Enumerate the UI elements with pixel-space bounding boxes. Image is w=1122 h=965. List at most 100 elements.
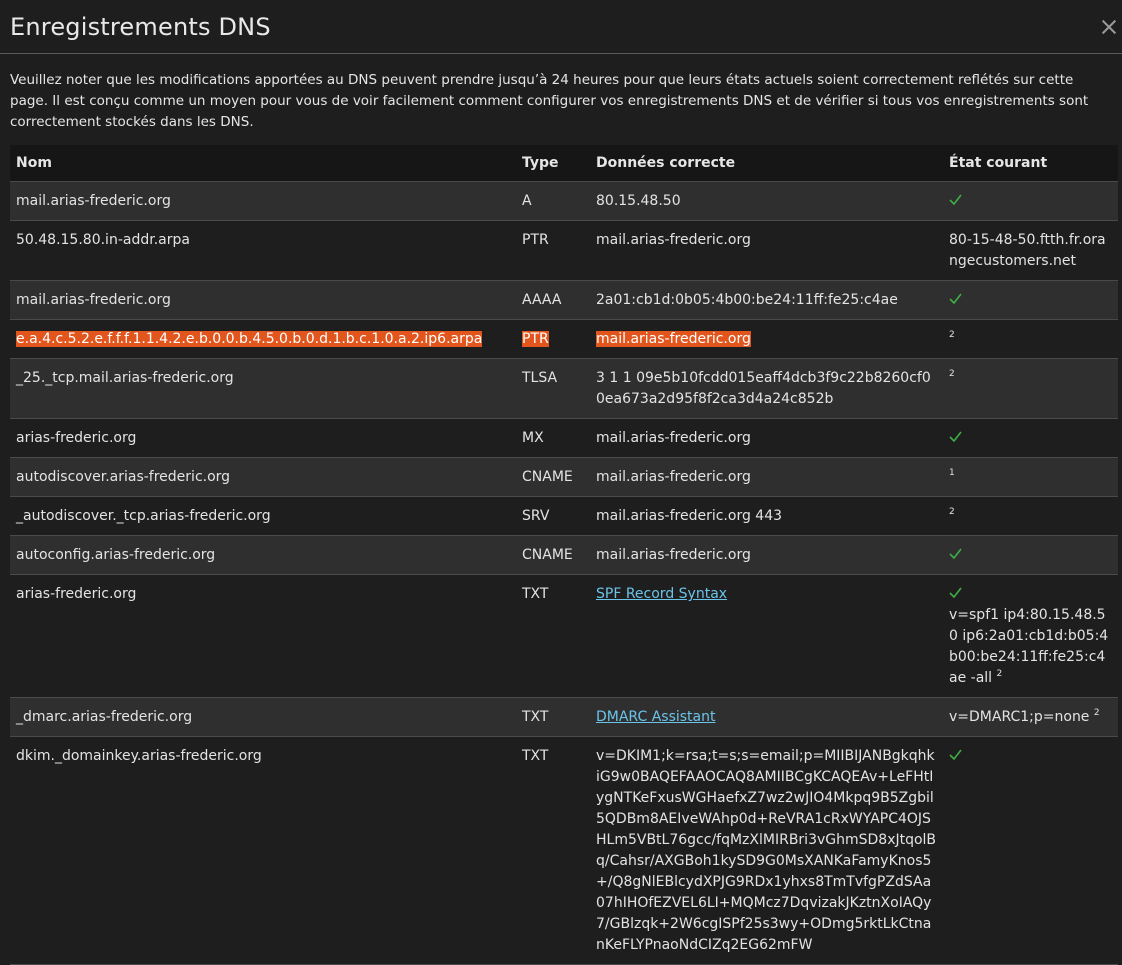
cell-name: _25._tcp.mail.arias-frederic.org xyxy=(10,358,516,419)
check-icon xyxy=(949,749,962,762)
check-icon xyxy=(949,548,962,561)
cell-name: _dmarc.arias-frederic.org xyxy=(10,697,516,737)
record-name: _dmarc.arias-frederic.org xyxy=(16,709,193,725)
record-type: A xyxy=(522,193,532,209)
record-type: PTR xyxy=(522,232,549,248)
cell-data: mail.arias-frederic.org 443 xyxy=(590,496,943,536)
cell-type: TXT xyxy=(516,736,590,965)
cell-data: 80.15.48.50 xyxy=(590,181,943,221)
record-type: TXT xyxy=(522,748,549,764)
record-type: TXT xyxy=(522,586,549,602)
cell-status xyxy=(943,736,1118,965)
cell-data: DMARC Assistant xyxy=(590,697,943,737)
cell-status: 2 xyxy=(943,496,1118,536)
record-help-link[interactable]: SPF Record Syntax xyxy=(596,586,727,602)
status-text: v=spf1 ip4:80.15.48.50 ip6:2a01:cb1d:b05… xyxy=(949,607,1109,686)
record-type: CNAME xyxy=(522,469,573,485)
close-icon[interactable] xyxy=(1098,16,1120,38)
column-header-type: Type xyxy=(516,145,590,182)
record-name: arias-frederic.org xyxy=(16,430,137,446)
check-icon xyxy=(949,431,962,444)
cell-status: 2 xyxy=(943,358,1118,419)
record-data: 80.15.48.50 xyxy=(596,193,681,209)
cell-name: autoconfig.arias-frederic.org xyxy=(10,535,516,575)
status-footnote: 2 xyxy=(949,507,955,517)
record-name: _25._tcp.mail.arias-frederic.org xyxy=(16,370,234,386)
cell-name: arias-frederic.org xyxy=(10,574,516,698)
cell-status: 1 xyxy=(943,457,1118,497)
modal-header: Enregistrements DNS xyxy=(0,0,1122,54)
cell-type: CNAME xyxy=(516,535,590,575)
record-name: arias-frederic.org xyxy=(16,586,137,602)
cell-type: TLSA xyxy=(516,358,590,419)
record-name: mail.arias-frederic.org xyxy=(16,193,171,209)
table-row: dkim._domainkey.arias-frederic.org TXT v=D… xyxy=(10,736,1118,965)
status-footnote: 2 xyxy=(949,330,955,340)
status-footnote: 2 xyxy=(949,369,955,379)
cell-status xyxy=(943,181,1118,221)
status-footnote: 2 xyxy=(1093,708,1100,718)
record-type: TLSA xyxy=(522,370,558,386)
cell-type: PTR xyxy=(516,220,590,281)
record-data: mail.arias-frederic.org xyxy=(596,469,751,485)
table-header-row: Nom Type Données correcte État courant xyxy=(10,145,1118,182)
column-header-data: Données correcte xyxy=(590,145,943,182)
record-name: mail.arias-frederic.org xyxy=(16,292,171,308)
cell-name: arias-frederic.org xyxy=(10,418,516,458)
cell-data: 2a01:cb1d:0b05:4b00:be24:11ff:fe25:c4ae xyxy=(590,280,943,320)
cell-name: e.a.4.c.5.2.e.f.f.f.1.1.4.2.e.b.0.0.b.4.… xyxy=(10,319,516,359)
record-data: mail.arias-frederic.org xyxy=(596,430,751,446)
cell-status xyxy=(943,535,1118,575)
record-type: SRV xyxy=(522,508,550,524)
record-data: 3 1 1 09e5b10fcdd015eaff4dcb3f9c22b8260c… xyxy=(596,370,931,407)
cell-name: 50.48.15.80.in-addr.arpa xyxy=(10,220,516,281)
cell-name: mail.arias-frederic.org xyxy=(10,280,516,320)
record-type: PTR xyxy=(522,331,549,347)
cell-type: A xyxy=(516,181,590,221)
column-header-status: État courant xyxy=(943,145,1118,182)
record-help-link[interactable]: DMARC Assistant xyxy=(596,709,715,725)
cell-data: mail.arias-frederic.org xyxy=(590,220,943,281)
cell-type: CNAME xyxy=(516,457,590,497)
cell-type: TXT xyxy=(516,697,590,737)
modal-title: Enregistrements DNS xyxy=(10,12,271,41)
cell-status xyxy=(943,280,1118,320)
cell-name: autodiscover.arias-frederic.org xyxy=(10,457,516,497)
record-name: dkim._domainkey.arias-frederic.org xyxy=(16,748,262,764)
cell-name: _autodiscover._tcp.arias-frederic.org xyxy=(10,496,516,536)
record-name: _autodiscover._tcp.arias-frederic.org xyxy=(16,508,271,524)
cell-type: AAAA xyxy=(516,280,590,320)
record-data: mail.arias-frederic.org xyxy=(596,331,751,347)
table-row: _dmarc.arias-frederic.org TXT DMARC Assist… xyxy=(10,697,1118,737)
table-row: _25._tcp.mail.arias-frederic.org TLSA 3 1 … xyxy=(10,358,1118,419)
cell-name: mail.arias-frederic.org xyxy=(10,181,516,221)
check-icon xyxy=(949,587,962,600)
cell-name: dkim._domainkey.arias-frederic.org xyxy=(10,736,516,965)
record-name: autodiscover.arias-frederic.org xyxy=(16,469,231,485)
cell-data: SPF Record Syntax xyxy=(590,574,943,698)
record-data: 2a01:cb1d:0b05:4b00:be24:11ff:fe25:c4ae xyxy=(596,292,898,308)
table-row: arias-frederic.org MX mail.arias-frederic.… xyxy=(10,418,1118,458)
check-icon xyxy=(949,194,962,207)
dns-records-table: Nom Type Données correcte État courant m… xyxy=(10,145,1118,965)
cell-status: v=DMARC1;p=none 2 xyxy=(943,697,1118,737)
status-text: v=DMARC1;p=none xyxy=(949,709,1090,725)
cell-status: 2 xyxy=(943,319,1118,359)
record-name: e.a.4.c.5.2.e.f.f.f.1.1.4.2.e.b.0.0.b.4.… xyxy=(16,331,483,347)
cell-data: mail.arias-frederic.org xyxy=(590,457,943,497)
table-row: mail.arias-frederic.org A 80.15.48.50 xyxy=(10,181,1118,221)
cell-type: TXT xyxy=(516,574,590,698)
cell-data: mail.arias-frederic.org xyxy=(590,535,943,575)
cell-data: v=DKIM1;k=rsa;t=s;s=email;p=MIIBIJANBgkq… xyxy=(590,736,943,965)
record-data: mail.arias-frederic.org xyxy=(596,232,751,248)
record-data: mail.arias-frederic.org 443 xyxy=(596,508,783,524)
column-header-name: Nom xyxy=(10,145,516,182)
status-footnote: 1 xyxy=(949,468,955,478)
record-data: mail.arias-frederic.org xyxy=(596,547,751,563)
status-text: 80-15-48-50.ftth.fr.orangecustomers.net xyxy=(949,232,1106,269)
record-type: TXT xyxy=(522,709,549,725)
table-row: mail.arias-frederic.org AAAA 2a01:cb1d:0b0… xyxy=(10,280,1118,320)
table-row: arias-frederic.org TXT SPF Record Syntax v=… xyxy=(10,574,1118,698)
dns-notice: Veuillez noter que les modifications app… xyxy=(10,72,1089,130)
status-footnote: 2 xyxy=(996,669,1003,679)
